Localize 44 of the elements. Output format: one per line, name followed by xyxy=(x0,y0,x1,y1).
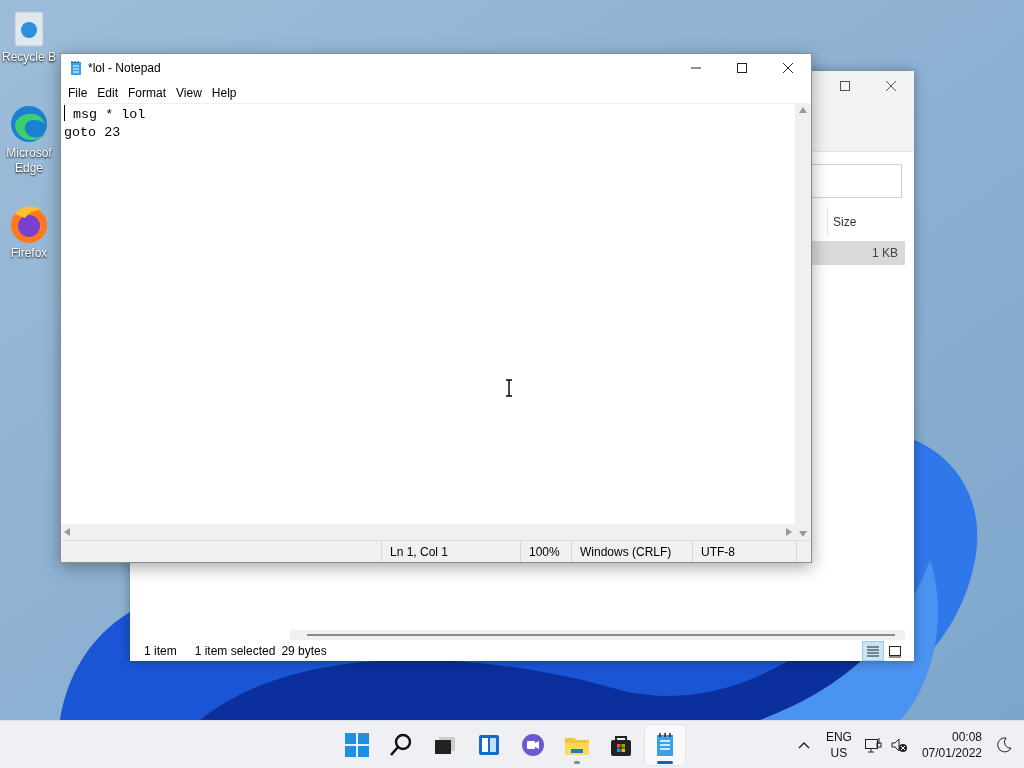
menu-item[interactable]: View xyxy=(171,82,207,103)
status-text: 100% xyxy=(520,541,571,562)
language-indicator[interactable]: ENG xyxy=(825,728,852,745)
menu-item[interactable]: File xyxy=(63,82,93,103)
close-icon xyxy=(783,63,793,73)
chevron-up-icon xyxy=(797,740,810,749)
window-icon xyxy=(888,643,902,658)
text-line: goto 23 xyxy=(64,125,121,140)
notepad-icon xyxy=(70,60,82,76)
file-size: 29 bytes xyxy=(281,642,327,660)
right-arrow-icon xyxy=(786,528,792,536)
menu-item[interactable]: Help xyxy=(206,82,242,103)
status-text: Windows (CRLF) xyxy=(571,541,692,562)
window-title: *lol - Notepad xyxy=(88,60,162,77)
language-indicator[interactable]: US xyxy=(825,744,852,761)
up-arrow-icon xyxy=(799,107,807,113)
menu-item[interactable]: Format xyxy=(123,82,172,103)
clock-date[interactable]: 07/01/2022 xyxy=(921,744,982,761)
horizontal-scrollbar[interactable] xyxy=(61,524,795,540)
column-header[interactable]: Size xyxy=(827,207,905,237)
selection-count: 1 item selected xyxy=(194,642,276,660)
maximize-icon xyxy=(840,80,850,91)
maximize-icon xyxy=(737,63,747,73)
vertical-scrollbar[interactable] xyxy=(795,104,811,540)
network-icon xyxy=(863,736,882,753)
item-count: 1 item xyxy=(144,642,177,660)
file-row[interactable]: 1 KB xyxy=(812,241,905,265)
clock-time[interactable]: 00:08 xyxy=(921,728,982,745)
moon-icon xyxy=(996,736,1012,753)
details-view-button[interactable] xyxy=(862,640,884,661)
status-text: UTF-8 xyxy=(692,541,796,562)
browser-icon xyxy=(9,204,49,244)
list-icon xyxy=(866,643,880,658)
browser-icon xyxy=(9,104,49,144)
close-icon xyxy=(886,80,896,91)
volume-muted-icon xyxy=(889,736,908,753)
text-caret xyxy=(64,105,65,121)
status-text: Ln 1, Col 1 xyxy=(381,541,520,562)
menu-item[interactable]: Edit xyxy=(92,82,124,103)
text-line: msg * lol xyxy=(72,107,146,122)
down-arrow-icon xyxy=(799,531,807,537)
left-arrow-icon xyxy=(64,528,70,536)
text-cursor-icon xyxy=(505,379,513,397)
horizontal-scrollbar[interactable] xyxy=(290,630,905,640)
